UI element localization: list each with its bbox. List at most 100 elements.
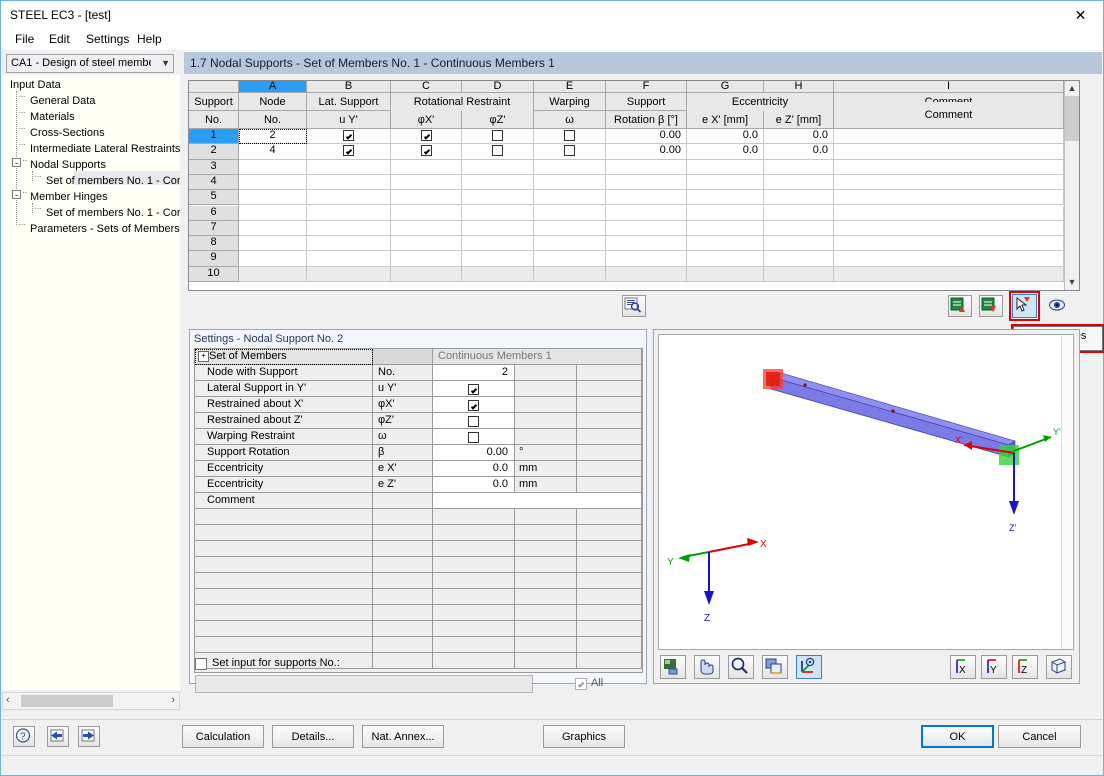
tree-item-member-hinges-set-1[interactable]: Set of members No. 1 - Cor — [46, 207, 180, 219]
table-row-header[interactable]: 8 — [189, 236, 239, 251]
table-search-icon[interactable] — [622, 295, 646, 317]
cell-ecc-x[interactable] — [687, 206, 764, 221]
cell-comment[interactable] — [834, 206, 1064, 221]
cell-beta[interactable] — [606, 175, 687, 190]
tree-item-general-data[interactable]: General Data — [30, 95, 95, 107]
all-checkbox[interactable] — [575, 678, 587, 690]
cell-ecc-z[interactable] — [764, 160, 834, 175]
column-letter-header-rownum[interactable] — [189, 81, 239, 93]
cell-warping[interactable] — [534, 190, 606, 205]
cell-warping[interactable] — [534, 267, 606, 282]
view-y-axis-icon[interactable]: Y — [981, 655, 1007, 679]
checkbox-rot-z[interactable] — [492, 130, 503, 141]
cell-lat-support[interactable] — [307, 251, 391, 266]
cell-ecc-z[interactable] — [764, 251, 834, 266]
previous-page-icon[interactable] — [47, 726, 69, 747]
settings-group-label[interactable]: Set of Members+ — [195, 349, 373, 365]
cell-comment[interactable] — [834, 251, 1064, 266]
settings-row-checkbox-cell[interactable] — [433, 429, 515, 445]
cell-rot-z[interactable] — [462, 221, 534, 236]
cell-ecc-z[interactable] — [764, 267, 834, 282]
settings-group-expander[interactable]: + — [198, 351, 209, 362]
cell-ecc-x[interactable] — [687, 251, 764, 266]
settings-row-value[interactable]: 2 — [433, 365, 515, 381]
cell-rot-x[interactable] — [391, 144, 462, 159]
cell-ecc-z[interactable] — [764, 175, 834, 190]
cell-ecc-z[interactable]: 0.0 — [764, 144, 834, 159]
cell-rot-x[interactable] — [391, 221, 462, 236]
cell-warping[interactable] — [534, 206, 606, 221]
cell-comment[interactable] — [834, 144, 1064, 159]
settings-checkbox[interactable] — [468, 416, 479, 427]
set-input-checkbox[interactable] — [195, 658, 207, 670]
close-icon[interactable]: ✕ — [1058, 1, 1103, 30]
tree-item-member-hinges[interactable]: Member Hinges — [30, 191, 108, 203]
scroll-left-icon[interactable]: ‹ — [6, 694, 10, 706]
cell-beta[interactable] — [606, 190, 687, 205]
cell-rot-x[interactable] — [391, 160, 462, 175]
checkbox-lat-support[interactable] — [343, 145, 354, 156]
cell-ecc-z[interactable] — [764, 236, 834, 251]
cell-comment[interactable] — [834, 160, 1064, 175]
cell-rot-x[interactable] — [391, 236, 462, 251]
cell-ecc-x[interactable] — [687, 160, 764, 175]
table-row-header[interactable]: 3 — [189, 160, 239, 175]
settings-row-text-value[interactable] — [433, 493, 642, 509]
cell-rot-z[interactable] — [462, 236, 534, 251]
settings-row-checkbox-cell[interactable] — [433, 413, 515, 429]
cell-beta[interactable] — [606, 160, 687, 175]
cell-node-no[interactable] — [239, 190, 307, 205]
next-page-icon[interactable] — [78, 726, 100, 747]
column-letter-header-F[interactable]: F — [606, 81, 687, 93]
settings-row-value[interactable]: 0.00 — [433, 445, 515, 461]
cell-rot-z[interactable] — [462, 160, 534, 175]
cell-node-no[interactable] — [239, 251, 307, 266]
cell-node-no[interactable] — [239, 206, 307, 221]
cell-beta[interactable] — [606, 236, 687, 251]
design-case-combo[interactable]: CA1 - Design of steel members ▼ — [6, 54, 174, 73]
view-z-axis-icon[interactable]: Z — [1012, 655, 1038, 679]
tree-expander-member-hinges[interactable]: - — [12, 190, 21, 199]
cell-warping[interactable] — [534, 160, 606, 175]
checkbox-rot-z[interactable] — [492, 145, 503, 156]
eye-visibility-icon[interactable] — [1046, 295, 1070, 317]
export-table-up-icon[interactable] — [948, 295, 972, 317]
cell-node-no[interactable]: 2 — [239, 129, 307, 144]
tree-expander-nodal-supports[interactable]: - — [12, 158, 21, 167]
cell-ecc-z[interactable] — [764, 206, 834, 221]
cell-warping[interactable] — [534, 251, 606, 266]
rotate-view-icon[interactable] — [796, 655, 822, 679]
tree-item-materials[interactable]: Materials — [30, 111, 75, 123]
cell-rot-x[interactable] — [391, 129, 462, 144]
tree-item-parameters-sets-of-members[interactable]: Parameters - Sets of Members — [30, 223, 180, 235]
column-letter-header-B[interactable]: B — [307, 81, 391, 93]
export-table-down-icon[interactable] — [979, 295, 1003, 317]
column-letter-header-D[interactable]: D — [462, 81, 534, 93]
cell-node-no[interactable] — [239, 175, 307, 190]
cell-lat-support[interactable] — [307, 160, 391, 175]
table-row-header[interactable]: 2 — [189, 144, 239, 159]
cell-lat-support[interactable] — [307, 129, 391, 144]
table-row-header[interactable]: 5 — [189, 190, 239, 205]
details-button[interactable]: Details... — [272, 725, 354, 748]
table-row-header[interactable]: 1 — [189, 129, 239, 144]
nodal-supports-table[interactable]: ABCDEFGHISupportNodeLat. SupportRotation… — [188, 80, 1080, 291]
scroll-right-icon[interactable]: › — [171, 694, 175, 706]
cell-ecc-x[interactable] — [687, 190, 764, 205]
table-row-header[interactable]: 9 — [189, 251, 239, 266]
cell-comment[interactable] — [834, 221, 1064, 236]
cell-ecc-x[interactable] — [687, 267, 764, 282]
menu-item-settings[interactable]: Settings — [80, 31, 135, 47]
cell-ecc-x[interactable] — [687, 236, 764, 251]
view-x-axis-icon[interactable]: X — [950, 655, 976, 679]
cell-ecc-z[interactable] — [764, 190, 834, 205]
settings-checkbox[interactable] — [468, 400, 479, 411]
settings-checkbox[interactable] — [468, 384, 479, 395]
cell-rot-x[interactable] — [391, 190, 462, 205]
cell-node-no[interactable] — [239, 221, 307, 236]
checkbox-warping[interactable] — [564, 145, 575, 156]
cell-rot-z[interactable] — [462, 267, 534, 282]
tree-item-input-data[interactable]: Input Data — [10, 79, 61, 91]
cell-beta[interactable] — [606, 221, 687, 236]
cell-beta[interactable]: 0.00 — [606, 129, 687, 144]
